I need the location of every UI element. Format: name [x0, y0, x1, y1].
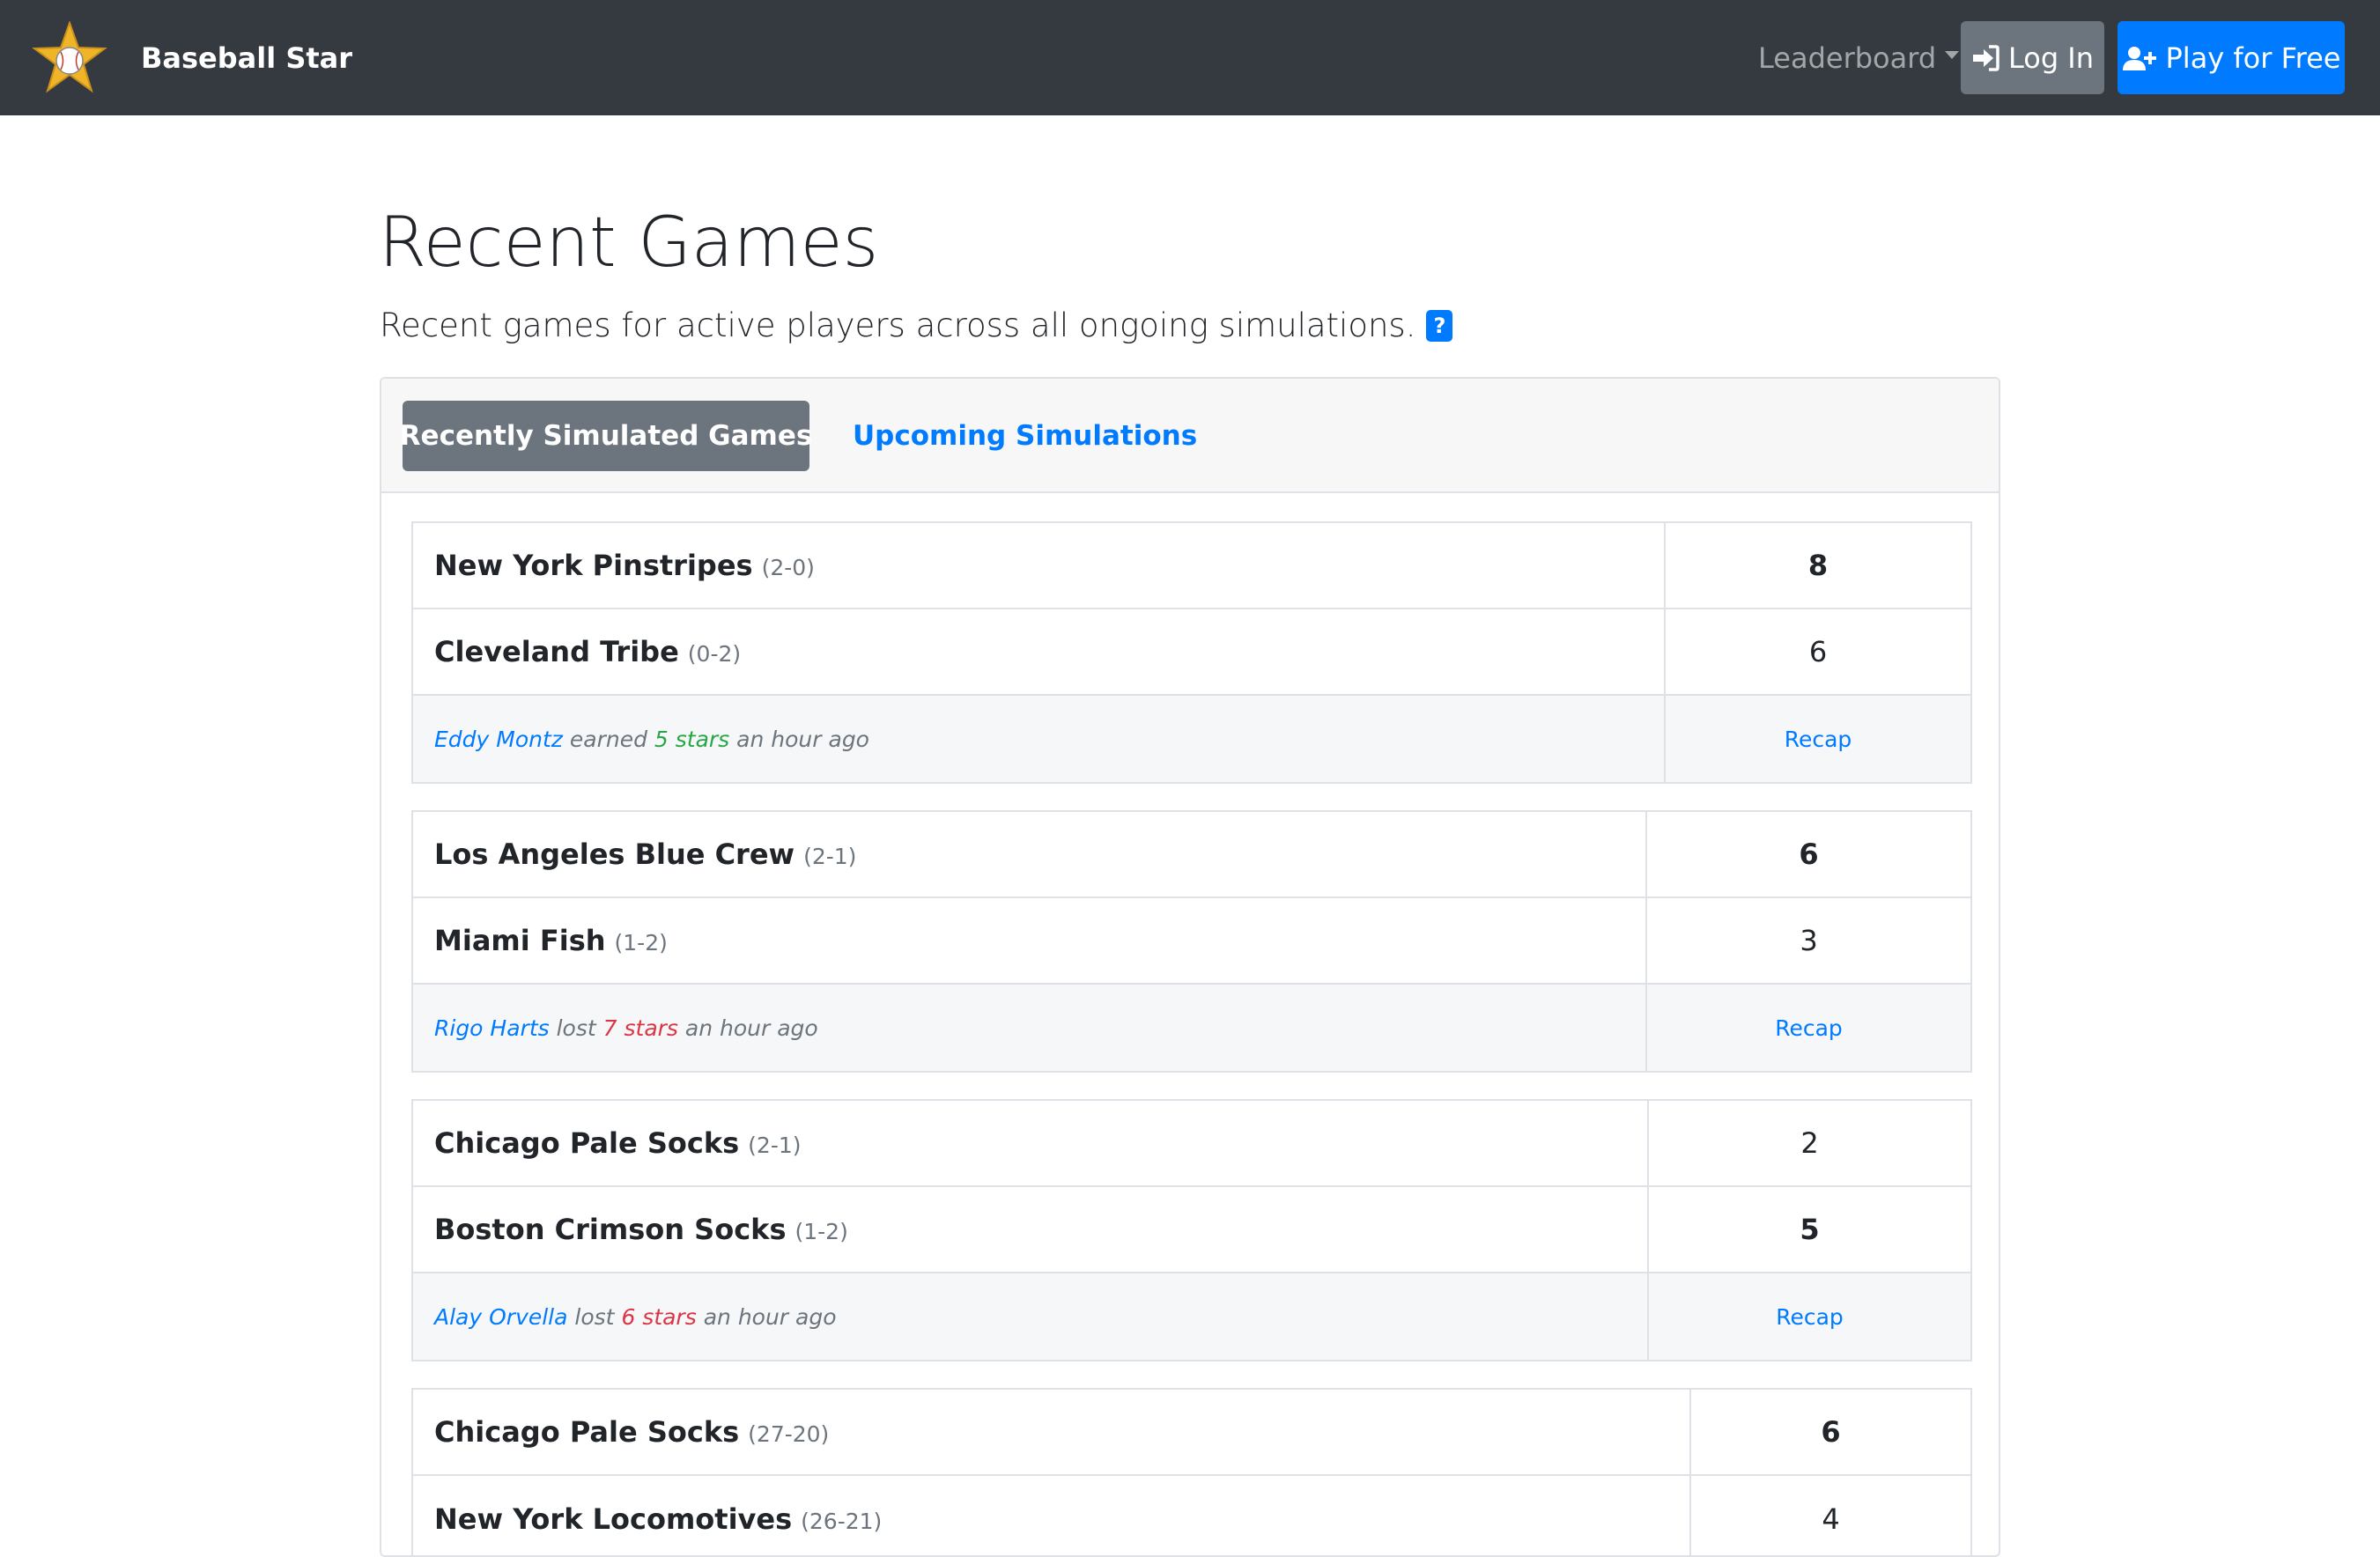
- team-row: New York Pinstripes (2-0) 8: [413, 523, 1970, 609]
- team-record: (27-20): [748, 1420, 830, 1447]
- team-cell: Cleveland Tribe (0-2): [413, 609, 1666, 694]
- team-score: 3: [1800, 924, 1818, 957]
- team-score: 8: [1807, 549, 1829, 582]
- team-cell: New York Pinstripes (2-0): [413, 523, 1666, 608]
- team-score: 4: [1822, 1502, 1840, 1536]
- recap-cell: Recap: [1649, 1273, 1970, 1360]
- baseball-star-logo-icon[interactable]: [32, 20, 107, 93]
- login-button[interactable]: Log In: [1961, 21, 2104, 94]
- leaderboard-dropdown[interactable]: Leaderboard: [1758, 39, 1960, 77]
- team-name: Chicago Pale Socks: [434, 1126, 740, 1160]
- team-name: Cleveland Tribe: [434, 635, 679, 668]
- team-record: (2-1): [803, 843, 857, 869]
- result-text: Alay Orvella lost 6 stars an hour ago: [434, 1304, 837, 1330]
- team-score: 6: [1808, 635, 1828, 668]
- result-verb: lost: [574, 1303, 615, 1330]
- result-time: an hour ago: [736, 726, 869, 752]
- team-name: Chicago Pale Socks: [434, 1415, 740, 1449]
- player-link[interactable]: Rigo Harts: [434, 1015, 550, 1041]
- login-label: Log In: [2007, 41, 2095, 75]
- team-record: (1-2): [614, 929, 668, 956]
- result-time: an hour ago: [684, 1015, 818, 1041]
- game-table: New York Pinstripes (2-0) 8 Cleveland Tr…: [411, 521, 1972, 784]
- result-row: Rigo Harts lost 7 stars an hour ago Reca…: [413, 985, 1970, 1071]
- help-question-icon[interactable]: ?: [1426, 310, 1453, 342]
- team-cell: Chicago Pale Socks (2-1): [413, 1101, 1649, 1185]
- tab-recently-simulated-games[interactable]: Recently Simulated Games: [400, 401, 812, 471]
- player-link[interactable]: Eddy Montz: [434, 727, 563, 752]
- recap-cell: Recap: [1647, 985, 1970, 1071]
- page-subtitle-text: Recent games for active players across a…: [380, 306, 1416, 344]
- team-name: Los Angeles Blue Crew: [434, 838, 795, 871]
- team-record: (1-2): [795, 1218, 848, 1244]
- team-cell: New York Locomotives (26-21): [413, 1476, 1691, 1555]
- game-table: Los Angeles Blue Crew (2-1) 6 Miami Fish…: [411, 810, 1972, 1073]
- user-plus-icon: [2122, 45, 2157, 71]
- team-cell: Miami Fish (1-2): [413, 898, 1647, 983]
- team-row: Chicago Pale Socks (2-1) 2: [413, 1101, 1970, 1187]
- team-row: Cleveland Tribe (0-2) 6: [413, 609, 1970, 696]
- recap-cell: Recap: [1666, 696, 1970, 782]
- result-time: an hour ago: [703, 1303, 837, 1330]
- team-record: (0-2): [687, 640, 742, 667]
- sign-in-icon: [1971, 44, 1999, 71]
- result-row: Eddy Montz earned 5 stars an hour ago Re…: [413, 696, 1970, 782]
- team-cell: Boston Crimson Socks (1-2): [413, 1187, 1649, 1272]
- team-score: 6: [1821, 1415, 1841, 1449]
- top-navbar: Baseball Star Leaderboard Log In Play fo…: [0, 0, 2380, 115]
- team-row: Miami Fish (1-2) 3: [413, 898, 1970, 985]
- game-table: Chicago Pale Socks (2-1) 2 Boston Crimso…: [411, 1099, 1972, 1361]
- result-cell: Eddy Montz earned 5 stars an hour ago: [413, 696, 1666, 782]
- stars-change: 5 stars: [654, 726, 730, 752]
- recap-link[interactable]: Recap: [1776, 1304, 1844, 1330]
- result-cell: Rigo Harts lost 7 stars an hour ago: [413, 985, 1647, 1071]
- team-score: 5: [1800, 1213, 1820, 1246]
- page-subtitle: Recent games for active players across a…: [380, 303, 1453, 349]
- team-record: (2-1): [748, 1132, 802, 1158]
- recent-games-card: Recently Simulated Games Upcoming Simula…: [380, 377, 2000, 1557]
- team-name: New York Pinstripes: [434, 549, 753, 582]
- team-name: Miami Fish: [434, 924, 606, 957]
- recap-link[interactable]: Recap: [1785, 727, 1852, 752]
- team-score: 2: [1800, 1126, 1819, 1160]
- stars-change: 7 stars: [602, 1015, 678, 1041]
- result-text: Eddy Montz earned 5 stars an hour ago: [434, 727, 869, 752]
- result-verb: earned: [569, 726, 647, 752]
- team-name: Boston Crimson Socks: [434, 1213, 787, 1246]
- team-score: 6: [1799, 838, 1819, 871]
- team-cell: Chicago Pale Socks (27-20): [413, 1390, 1691, 1474]
- card-tabs-header: Recently Simulated Games Upcoming Simula…: [381, 379, 1999, 493]
- tab-upcoming-simulations[interactable]: Upcoming Simulations: [853, 401, 1197, 471]
- team-cell: Los Angeles Blue Crew (2-1): [413, 812, 1647, 897]
- caret-down-icon: [1945, 50, 1960, 59]
- team-row: Chicago Pale Socks (27-20) 6: [413, 1390, 1970, 1476]
- play-for-free-button[interactable]: Play for Free: [2118, 21, 2345, 94]
- page-title: Recent Games: [379, 203, 879, 283]
- result-cell: Alay Orvella lost 6 stars an hour ago: [413, 1273, 1649, 1360]
- player-link[interactable]: Alay Orvella: [434, 1304, 567, 1330]
- result-row: Alay Orvella lost 6 stars an hour ago Re…: [413, 1273, 1970, 1360]
- team-record: (26-21): [801, 1508, 883, 1534]
- brand-name[interactable]: Baseball Star: [141, 41, 352, 76]
- recap-link[interactable]: Recap: [1775, 1015, 1843, 1041]
- team-record: (2-0): [761, 554, 815, 580]
- play-for-free-label: Play for Free: [2165, 41, 2341, 75]
- stars-change: 6 stars: [621, 1303, 697, 1330]
- result-verb: lost: [556, 1015, 596, 1041]
- result-text: Rigo Harts lost 7 stars an hour ago: [434, 1015, 818, 1041]
- team-row: Boston Crimson Socks (1-2) 5: [413, 1187, 1970, 1273]
- team-name: New York Locomotives: [434, 1502, 793, 1536]
- game-table: Chicago Pale Socks (27-20) 6 New York Lo…: [411, 1388, 1972, 1555]
- team-row: Los Angeles Blue Crew (2-1) 6: [413, 812, 1970, 898]
- leaderboard-label: Leaderboard: [1758, 41, 1937, 75]
- team-row: New York Locomotives (26-21) 4: [413, 1476, 1970, 1555]
